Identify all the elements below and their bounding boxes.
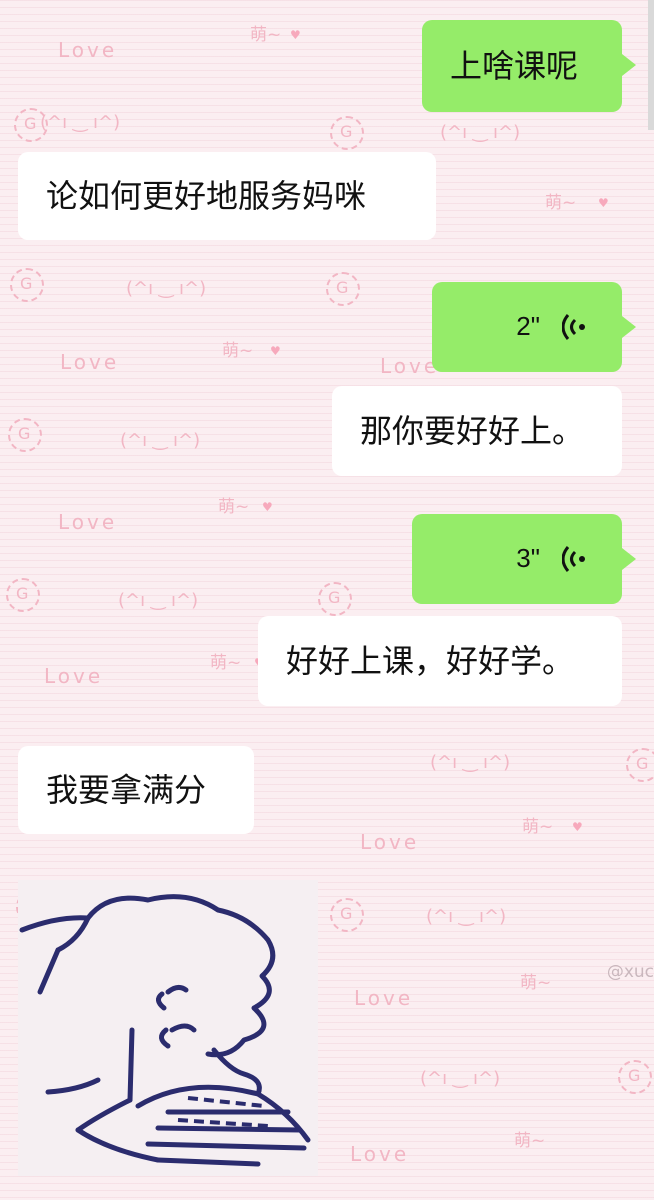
sleeping-reading-cat-sticker-icon: [19, 894, 311, 1167]
message-text: 我要拿满分: [46, 770, 207, 809]
message-text: 那你要好好上。: [360, 411, 585, 450]
heart-icon: ♥: [270, 344, 281, 358]
voice-duration: 2": [516, 311, 540, 342]
heart-icon: ♥: [290, 28, 301, 42]
wallpaper-moe-text: 萌~: [250, 25, 282, 45]
wallpaper-moe-text: 萌~: [218, 497, 250, 517]
wallpaper-love-text: Love: [360, 830, 420, 854]
message-bubble-sent[interactable]: 上啥课呢: [422, 20, 636, 112]
wallpaper-g-icon: [330, 116, 364, 150]
wallpaper-face-text: (^ı ‿ ı^): [426, 906, 507, 927]
wallpaper-g-icon: [10, 268, 44, 302]
wallpaper-moe-text: 萌~: [514, 1131, 546, 1151]
wallpaper-moe-text: 萌~: [210, 653, 242, 673]
message-text: 论如何更好地服务妈咪: [46, 176, 367, 215]
wallpaper-moe-text: 萌~: [222, 341, 254, 361]
wallpaper-love-text: Love: [58, 510, 118, 534]
wallpaper-love-text: Love: [354, 986, 414, 1010]
wallpaper-love-text: Love: [60, 350, 120, 374]
voice-wave-icon: [562, 314, 585, 340]
heart-icon: ♥: [598, 196, 609, 210]
wallpaper-love-text: Love: [58, 38, 118, 62]
wallpaper-face-text: (^ı ‿ ı^): [430, 752, 511, 773]
wallpaper-g-icon: [618, 1060, 652, 1094]
wallpaper-face-text: (^ı ‿ ı^): [440, 122, 521, 143]
message-bubble-received[interactable]: 我要拿满分: [18, 746, 254, 834]
heart-icon: ♥: [262, 500, 273, 514]
voice-wave-icon: [562, 546, 585, 572]
scroll-edge: [648, 0, 654, 130]
voice-message-sent[interactable]: 2": [432, 282, 636, 372]
wallpaper-face-text: (^ı ‿ ı^): [120, 430, 201, 451]
voice-duration: 3": [516, 543, 540, 574]
wallpaper-love-text: Love: [44, 664, 104, 688]
wallpaper-g-icon: [626, 748, 654, 782]
watermark-text: @xuc: [606, 962, 654, 982]
wallpaper-g-icon: [326, 272, 360, 306]
wallpaper-g-icon: [8, 418, 42, 452]
wallpaper-face-text: (^ı ‿ ı^): [126, 278, 207, 299]
heart-icon: ♥: [572, 820, 583, 834]
wallpaper-g-icon: [6, 578, 40, 612]
message-bubble-received[interactable]: 好好上课，好好学。: [258, 616, 622, 706]
wallpaper-moe-text: 萌~: [545, 193, 577, 213]
wallpaper-love-text: Love: [380, 354, 440, 378]
wallpaper-face-text: (^ı ‿ ı^): [40, 112, 121, 133]
wallpaper-face-text: (^ı ‿ ı^): [420, 1068, 501, 1089]
wallpaper-g-icon: [14, 108, 48, 142]
message-bubble-received[interactable]: 那你要好好上。: [332, 386, 622, 476]
voice-message-sent[interactable]: 3": [412, 514, 636, 604]
wallpaper-moe-text: 萌~: [522, 817, 554, 837]
message-bubble-received[interactable]: 论如何更好地服务妈咪: [18, 152, 436, 240]
wallpaper-face-text: (^ı ‿ ı^): [118, 590, 199, 611]
message-text: 好好上课，好好学。: [286, 641, 575, 680]
wallpaper-g-icon: [330, 898, 364, 932]
wallpaper-moe-text: 萌~: [520, 973, 552, 993]
message-text: 上啥课呢: [450, 46, 579, 85]
wallpaper-love-text: Love: [350, 1142, 410, 1166]
sticker-message[interactable]: [18, 880, 318, 1176]
wallpaper-g-icon: [318, 582, 352, 616]
